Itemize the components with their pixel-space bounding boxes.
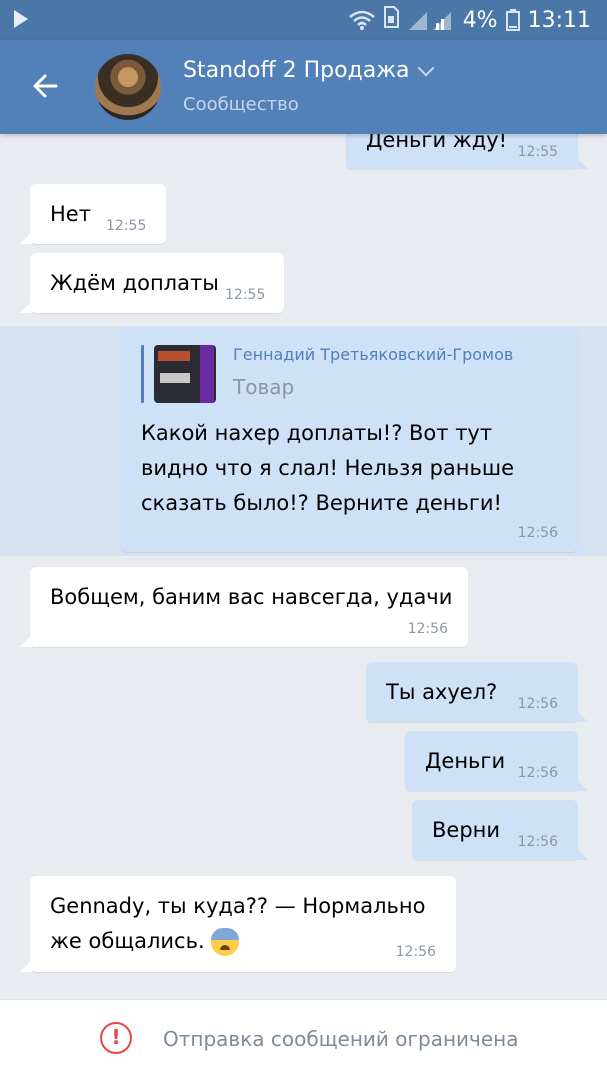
alert-circle-icon: !	[100, 1022, 132, 1054]
reply-bar	[141, 345, 144, 403]
clock: 13:11	[527, 7, 591, 33]
battery-percent: 4%	[462, 7, 498, 33]
composer-restricted-bar: ! Отправка сообщений ограничена	[0, 999, 607, 1081]
status-icons: 4% 13:11	[348, 6, 591, 34]
anxious-face-emoji-icon	[210, 928, 239, 956]
play-icon	[14, 10, 28, 28]
reply-thumbnail[interactable]	[154, 345, 216, 403]
message-text: Вобщем, баним вас навсегда, удачи	[50, 585, 453, 609]
status-bar: 4% 13:11	[0, 0, 607, 40]
signal-icon	[407, 9, 455, 31]
message-text: Ты ахуел?	[386, 680, 498, 704]
message-text: Верни	[432, 818, 501, 842]
message-outgoing[interactable]: Ты ахуел? 12:56	[366, 662, 588, 722]
message-time: 12:56	[395, 944, 436, 960]
community-avatar[interactable]	[95, 54, 161, 120]
message-outgoing[interactable]: Верни 12:56	[412, 800, 588, 860]
reply-author[interactable]: Геннадий Третьяковский-Громов	[233, 345, 513, 364]
reply-text: Товар	[233, 375, 295, 399]
back-button[interactable]	[26, 66, 66, 106]
message-time: 12:55	[225, 287, 266, 303]
chat-subtitle: Сообщество	[183, 94, 299, 115]
message-time: 12:55	[517, 144, 558, 160]
message-text: Деньги	[425, 749, 506, 773]
message-text: Ждём доплаты	[50, 271, 219, 295]
message-time: 12:56	[407, 621, 448, 637]
message-text: Какой нахер доплаты!? Вот тут видно что …	[141, 421, 515, 515]
message-incoming[interactable]: Нет 12:55	[20, 184, 166, 244]
message-text: Нет	[50, 202, 91, 226]
message-outgoing-with-reply[interactable]: Геннадий Третьяковский-Громов Товар Како…	[121, 327, 588, 552]
message-incoming[interactable]: Gennady, ты куда?? — Нормально же общали…	[20, 876, 456, 972]
battery-icon	[505, 9, 520, 31]
message-text: Gennady, ты куда?? — Нормально же общали…	[50, 889, 445, 959]
message-time: 12:55	[106, 218, 147, 234]
message-incoming[interactable]: Ждём доплаты 12:55	[20, 253, 284, 313]
chevron-down-icon	[417, 59, 435, 76]
chat-header: Standoff 2 Продажа Сообщество	[0, 40, 607, 134]
sim-icon	[383, 6, 399, 34]
chat-title-text: Standoff 2 Продажа	[183, 58, 410, 83]
restricted-label: Отправка сообщений ограничена	[163, 1027, 519, 1051]
message-time: 12:56	[517, 525, 558, 541]
message-outgoing[interactable]: Деньги 12:56	[405, 731, 588, 791]
arrow-left-icon	[33, 74, 58, 98]
chat-title[interactable]: Standoff 2 Продажа	[183, 58, 435, 83]
wifi-icon	[348, 9, 375, 31]
message-incoming[interactable]: Вобщем, баним вас навсегда, удачи 12:56	[20, 567, 468, 647]
message-time: 12:56	[517, 765, 558, 781]
message-time: 12:56	[517, 696, 558, 712]
message-time: 12:56	[517, 834, 558, 850]
